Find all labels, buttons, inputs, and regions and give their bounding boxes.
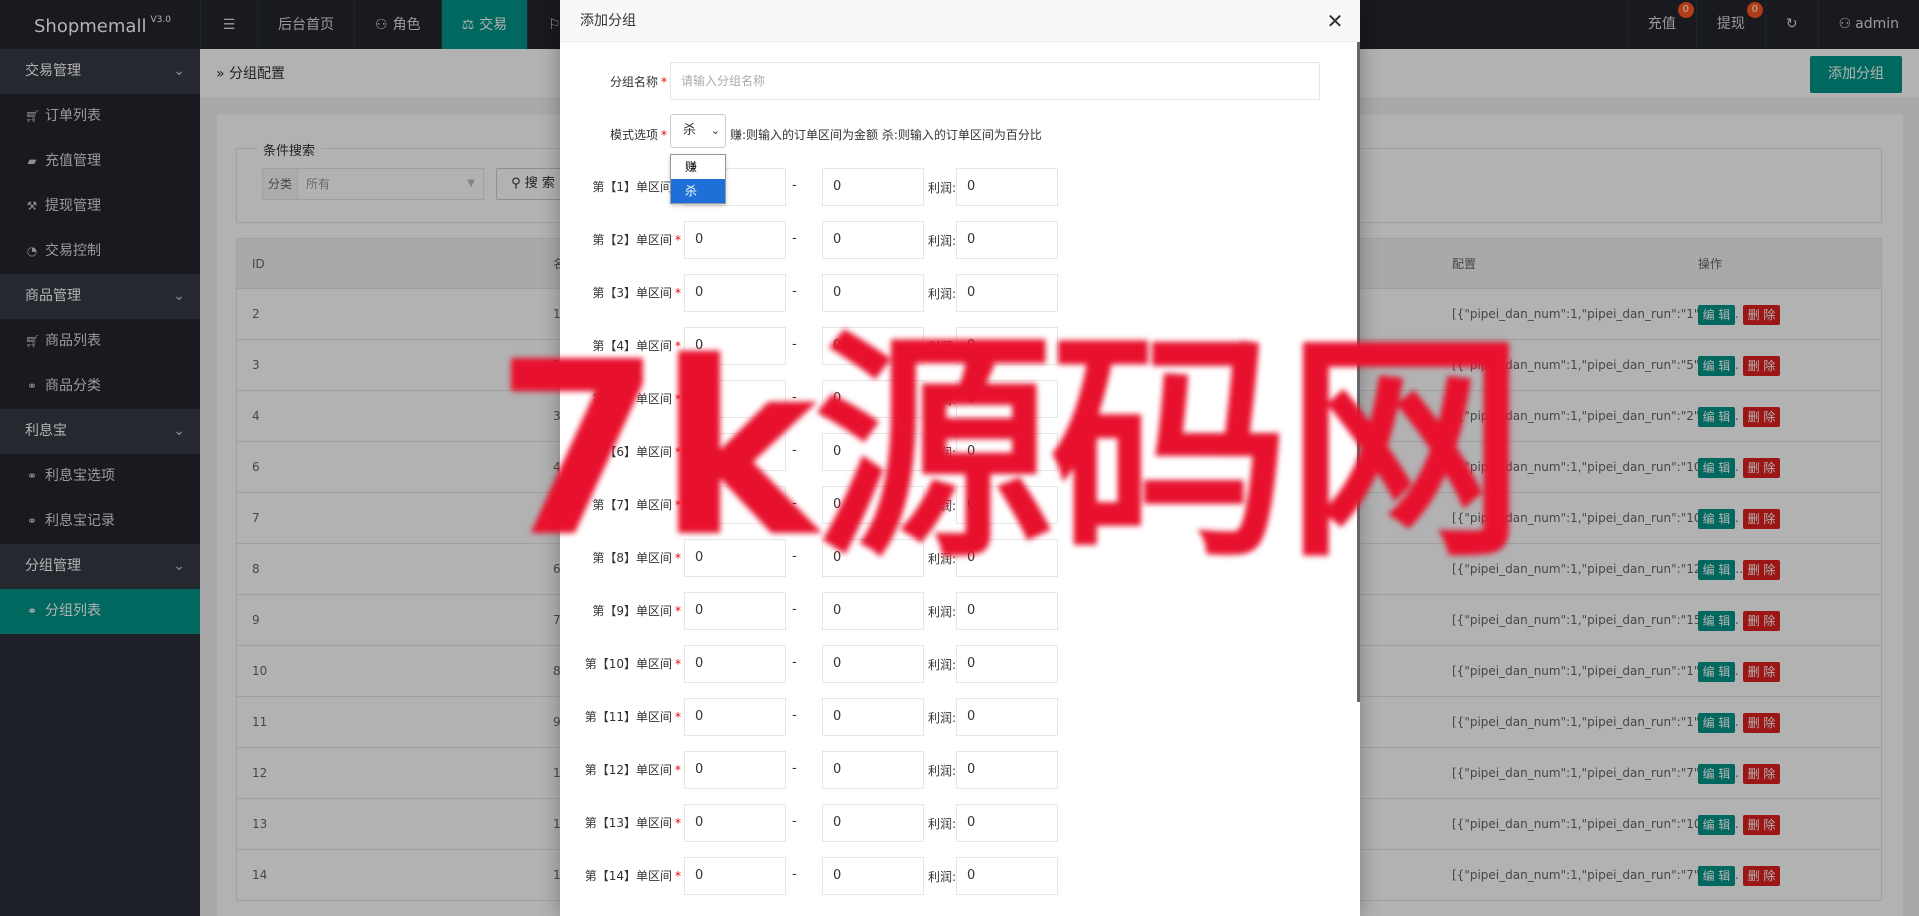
range-from-input[interactable]: 0: [684, 857, 786, 895]
chevron-down-icon: ⌄: [710, 124, 720, 137]
range-from-input[interactable]: 0: [684, 804, 786, 842]
range-row-label-text: 第【12】单区间: [584, 763, 672, 777]
range-from-input[interactable]: 0: [684, 698, 786, 736]
range-dash: -: [792, 814, 797, 829]
mode-select[interactable]: 杀 ⌄: [670, 114, 726, 148]
range-from-input[interactable]: 0: [684, 645, 786, 683]
profit-input[interactable]: 0: [956, 751, 1058, 789]
range-dash: -: [792, 231, 797, 246]
range-from-input[interactable]: 0: [684, 751, 786, 789]
profit-label: 利润:: [928, 711, 957, 725]
profit-input[interactable]: 0: [956, 804, 1058, 842]
profit-label: 利润:: [928, 181, 957, 195]
range-dash: -: [792, 655, 797, 670]
mode-option-earn[interactable]: 赚: [671, 155, 725, 179]
profit-input[interactable]: 0: [956, 592, 1058, 630]
range-dash: -: [792, 761, 797, 776]
mode-label-text: 模式选项: [609, 128, 658, 142]
mode-dropdown: 赚 杀: [670, 154, 726, 204]
required-mark: *: [661, 128, 667, 142]
group-name-label: 分组名称 *: [587, 73, 667, 90]
profit-input[interactable]: 0: [956, 645, 1058, 683]
range-from-input[interactable]: 0: [684, 274, 786, 312]
required-mark: *: [675, 286, 681, 300]
range-row-label-text: 第【14】单区间: [584, 869, 672, 883]
range-row-label: 第【14】单区间 *: [577, 867, 681, 884]
range-to-input[interactable]: 0: [822, 645, 924, 683]
range-to-input[interactable]: 0: [822, 221, 924, 259]
range-dash: -: [792, 602, 797, 617]
app-root: Shopmemall V3.0 ☰ 后台首页 ⚇ 角色 ⚖ 交易 ⚐ 充值 0 提现 0 …: [0, 0, 1919, 916]
range-to-input[interactable]: 0: [822, 592, 924, 630]
range-to-input[interactable]: 0: [822, 698, 924, 736]
range-from-input[interactable]: 0: [684, 592, 786, 630]
range-row-label-text: 第【1】单区间: [592, 180, 672, 194]
required-mark: *: [675, 604, 681, 618]
range-row-label: 第【13】单区间 *: [577, 814, 681, 831]
profit-label: 利润:: [928, 287, 957, 301]
range-dash: -: [792, 867, 797, 882]
required-mark: *: [675, 657, 681, 671]
range-to-input[interactable]: 0: [822, 857, 924, 895]
modal-header: 添加分组 ✕: [560, 0, 1360, 42]
range-row-label: 第【2】单区间 *: [577, 231, 681, 248]
range-row-label: 第【11】单区间 *: [577, 708, 681, 725]
profit-label: 利润:: [928, 870, 957, 884]
range-row-label-text: 第【3】单区间: [592, 286, 672, 300]
profit-input[interactable]: 0: [956, 274, 1058, 312]
mode-option-kill[interactable]: 杀: [671, 179, 725, 203]
range-row-label-text: 第【13】单区间: [584, 816, 672, 830]
range-to-input[interactable]: 0: [822, 274, 924, 312]
required-mark: *: [675, 763, 681, 777]
range-row-label-text: 第【2】单区间: [592, 233, 672, 247]
group-name-label-text: 分组名称: [609, 75, 658, 89]
range-dash: -: [792, 708, 797, 723]
profit-label: 利润:: [928, 234, 957, 248]
profit-input[interactable]: 0: [956, 168, 1058, 206]
required-mark: *: [675, 710, 681, 724]
range-row-label: 第【1】单区间*: [577, 178, 681, 195]
group-name-input[interactable]: 请输入分组名称: [670, 62, 1320, 100]
range-to-input[interactable]: 0: [822, 751, 924, 789]
range-dash: -: [792, 284, 797, 299]
profit-input[interactable]: 0: [956, 857, 1058, 895]
required-mark: *: [675, 233, 681, 247]
mode-hint: 赚:则输入的订单区间为金额 杀:则输入的订单区间为百分比: [730, 128, 1042, 142]
modal-title: 添加分组: [580, 13, 636, 29]
profit-label: 利润:: [928, 817, 957, 831]
watermark: 7k源码网: [495, 310, 1526, 590]
range-row-label: 第【9】单区间 *: [577, 602, 681, 619]
range-row-label: 第【10】单区间 *: [577, 655, 681, 672]
profit-label: 利润:: [928, 764, 957, 778]
range-row-label-text: 第【11】单区间: [584, 710, 672, 724]
range-row-label: 第【12】单区间 *: [577, 761, 681, 778]
range-to-input[interactable]: 0: [822, 804, 924, 842]
required-mark: *: [675, 816, 681, 830]
profit-label: 利润:: [928, 605, 957, 619]
range-dash: -: [792, 178, 797, 193]
range-row-label-text: 第【9】单区间: [592, 604, 672, 618]
mode-label: 模式选项 *: [587, 126, 667, 143]
range-from-input[interactable]: 0: [684, 221, 786, 259]
profit-input[interactable]: 0: [956, 221, 1058, 259]
range-row-label: 第【3】单区间 *: [577, 284, 681, 301]
range-to-input[interactable]: 0: [822, 168, 924, 206]
profit-input[interactable]: 0: [956, 698, 1058, 736]
required-mark: *: [675, 869, 681, 883]
close-icon[interactable]: ✕: [1320, 0, 1350, 42]
range-row-label-text: 第【10】单区间: [584, 657, 672, 671]
profit-label: 利润:: [928, 658, 957, 672]
required-mark: *: [661, 75, 667, 89]
mode-select-value: 杀: [683, 123, 697, 138]
